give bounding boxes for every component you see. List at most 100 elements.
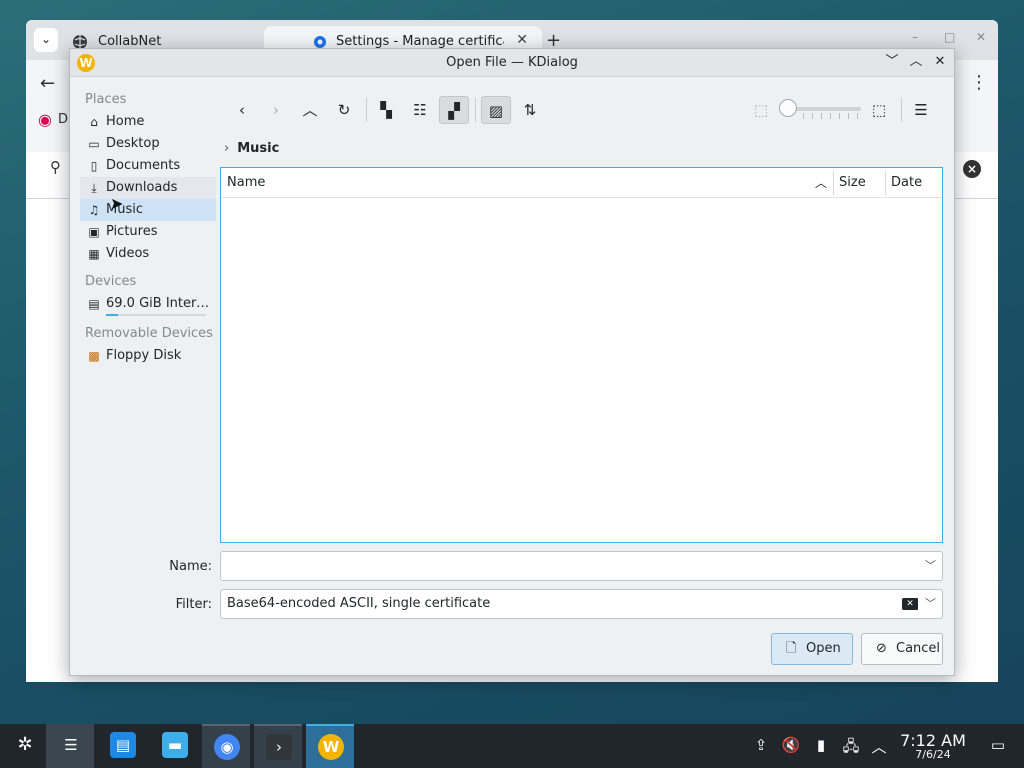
close-tab-icon[interactable]: ✕ [516,32,528,48]
column-header-date[interactable]: Date [885,168,943,198]
places-item-label: Desktop [106,136,160,151]
parent-folder-icon[interactable]: ︿ [295,96,325,124]
dialog-title: Open File — KDialog [446,55,578,70]
preview-icon[interactable]: ▨ [481,96,511,124]
sliders-icon: ☰ [64,736,78,754]
close-icon[interactable]: ✕ [931,53,949,71]
kebab-menu-icon[interactable]: ⋮ [970,72,988,93]
task-kdialog[interactable]: W [306,724,354,768]
documents-icon: ▯ [90,159,98,173]
clock-date[interactable]: 7/6/24 [892,748,974,761]
zoom-in-icon[interactable]: ⬚ [864,96,894,124]
details-view-icon[interactable]: ▞ [439,96,469,124]
close-window-icon[interactable]: ✕ [976,30,986,44]
minimize-icon[interactable]: ﹀ [883,53,901,71]
network-icon[interactable]: 🖧 [841,736,861,761]
back-arrow-icon[interactable]: ← [40,73,55,94]
places-item-home[interactable]: ⌂ Home [80,111,216,133]
places-section-header: Places [85,92,127,107]
open-file-dialog: W Open File — KDialog ﹀ ︿ ✕ Places ⌂ Home… [69,48,955,676]
updates-icon[interactable]: ⇪ [751,736,771,754]
launcher-icon: ✲ [17,734,33,755]
toolbar-separator [366,98,367,122]
places-item-pictures[interactable]: ▣ Pictures [80,221,216,243]
breadcrumb-current[interactable]: Music [237,141,279,156]
drive-icon: ▤ [88,297,100,311]
places-item-internal-drive[interactable]: ▤ 69.0 GiB Intern... [80,293,216,317]
music-icon: ♫ [88,203,100,217]
options-menu-icon[interactable]: ☰ [906,96,936,124]
places-item-label: Pictures [106,224,158,239]
open-button-label: Open [806,641,841,656]
videos-icon: ▦ [88,247,100,261]
places-item-videos[interactable]: ▦ Videos [80,243,216,265]
downloads-icon: ⤓ [91,181,97,195]
mouse-cursor-icon: ➤ [110,194,124,213]
breadcrumb[interactable]: › Music [224,141,279,156]
task-system-settings[interactable]: ☰ [46,724,94,768]
clear-search-icon[interactable]: × [963,160,981,178]
cancel-button[interactable]: ⊘ Cancel [861,633,943,665]
show-desktop-icon[interactable]: ▭ [988,736,1008,754]
filter-value[interactable]: Base64-encoded ASCII, single certificate [227,596,490,611]
usb-device-icon[interactable]: ▮ [811,736,831,754]
zoom-slider-ticks [803,113,859,119]
kdialog-app-icon: W [318,734,344,760]
places-item-floppy-disk[interactable]: ▩ Floppy Disk [80,345,216,367]
places-panel: Places ⌂ Home ▭ Desktop ▯ Documents ⤓ Downlo… [80,89,220,367]
places-item-label: Floppy Disk [106,348,182,363]
store-icon: ▤ [110,732,136,758]
home-icon: ⌂ [90,115,98,129]
name-combobox[interactable]: ﹀ [220,551,943,581]
open-button[interactable]: 🗋 Open [771,633,853,665]
toolbar-separator [901,98,902,122]
places-item-desktop[interactable]: ▭ Desktop [80,133,216,155]
places-item-label: Documents [106,158,181,173]
file-list-header: Name ︿ Size Date [221,168,942,198]
places-item-documents[interactable]: ▯ Documents [80,155,216,177]
chevron-down-icon[interactable]: ﹀ [925,590,936,618]
dialog-titlebar[interactable]: W Open File — KDialog ﹀ ︿ ✕ [70,49,954,77]
places-item-downloads[interactable]: ⤓ Downloads [80,177,216,199]
task-file-manager[interactable]: ▬ [150,724,198,768]
sort-icon[interactable]: ⇅ [515,96,545,124]
places-item-music[interactable]: ♫ Music [80,199,216,221]
task-konsole[interactable]: › [254,724,302,768]
open-document-icon: 🗋 [786,641,797,656]
volume-muted-icon[interactable]: 🔇 [781,736,801,754]
maximize-icon[interactable]: ︿ [907,53,925,71]
folder-icon: ▬ [162,732,188,758]
file-list-view[interactable]: Name ︿ Size Date [220,167,943,543]
debian-logo-icon[interactable]: ◉ [38,110,52,129]
zoom-out-icon[interactable]: ⬚ [746,96,776,124]
back-icon[interactable]: ‹ [227,96,257,124]
forward-icon[interactable]: › [261,96,291,124]
clear-text-icon[interactable]: ✕ [902,598,918,610]
compact-view-icon[interactable]: ☷ [405,96,435,124]
chromium-icon: ◉ [214,734,240,760]
toolbar-separator [475,98,476,122]
cancel-button-label: Cancel [896,641,941,656]
bookmark-label[interactable]: D [58,112,68,127]
column-header-name[interactable]: Name [221,168,833,198]
tray-expand-icon[interactable]: ︿ [869,736,889,757]
chevron-down-icon[interactable]: ﹀ [925,552,936,580]
filter-combobox[interactable]: Base64-encoded ASCII, single certificate… [220,589,943,619]
name-input[interactable] [227,552,907,579]
column-header-size[interactable]: Size [833,168,885,198]
task-chromium[interactable]: ◉ [202,724,250,768]
minimize-icon[interactable]: – [912,30,918,44]
icons-view-icon[interactable]: ▚ [371,96,401,124]
reload-icon[interactable]: ↻ [329,96,359,124]
cancel-icon: ⊘ [876,641,887,656]
task-discover[interactable]: ▤ [98,724,146,768]
pictures-icon: ▣ [88,225,100,239]
desktop-icon: ▭ [88,137,100,151]
floppy-icon: ▩ [88,349,100,363]
chevron-right-icon: › [224,141,230,156]
application-launcher[interactable]: ✲ [0,724,48,768]
maximize-icon[interactable]: □ [944,30,955,44]
places-section-header: Removable Devices [85,326,213,341]
zoom-slider-handle[interactable] [779,99,797,117]
tab-title: Settings - Manage certificat [336,34,504,49]
